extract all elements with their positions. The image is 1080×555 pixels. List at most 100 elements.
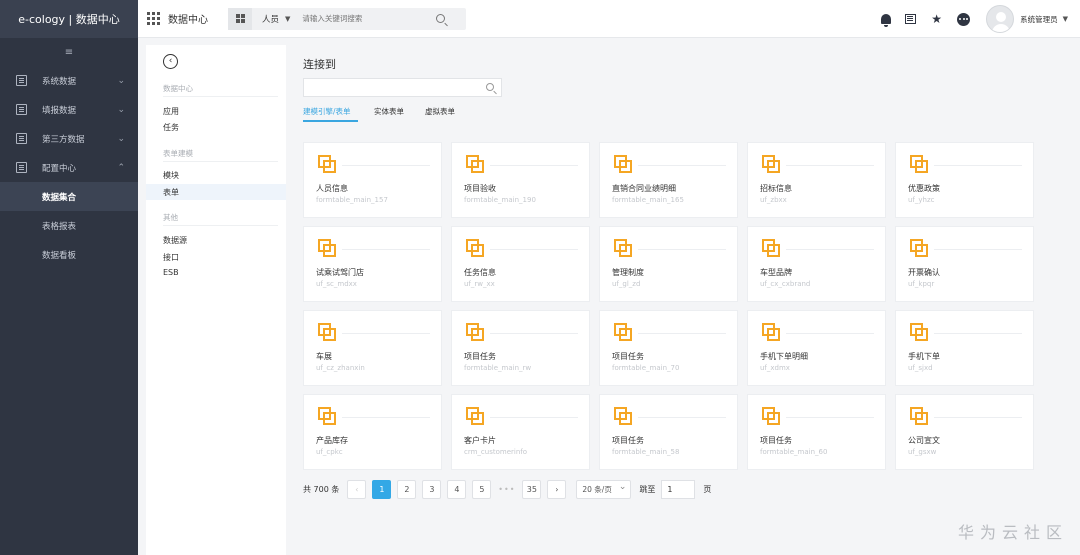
form-icon [762,323,780,341]
form-card[interactable]: 项目任务 formtable_main_70 [599,310,738,386]
form-card[interactable]: 手机下单明细 uf_xdmx [747,310,886,386]
page-button[interactable]: 35 [522,480,542,499]
sidebar-item-config-center[interactable]: 配置中心 ⌃ [0,153,138,182]
jump-page-input[interactable]: 1 [661,480,696,499]
page-button[interactable]: 4 [447,480,467,499]
form-card[interactable]: 人员信息 formtable_main_157 [303,142,442,218]
menu-collapse-icon[interactable]: ≡ [0,38,138,66]
divider [163,225,278,226]
form-card[interactable]: 招标信息 uf_zbxx [747,142,886,218]
page-size-select[interactable]: 20 条/页 [576,479,632,499]
form-card[interactable]: 项目任务 formtable_main_60 [747,394,886,470]
page-button[interactable]: 5 [472,480,492,499]
form-card[interactable]: 项目任务 formtable_main_rw [451,310,590,386]
form-card[interactable]: 管理制度 uf_gl_zd [599,226,738,302]
page-label: 页 [703,485,712,494]
news-icon[interactable] [905,14,917,24]
tab-modeling-form[interactable]: 建模引擎/表单 [303,106,351,117]
form-icon [614,407,632,425]
bell-icon[interactable] [881,14,892,27]
sidebar-item-third-party-data[interactable]: 第三方数据 ⌄ [0,124,138,153]
back-icon[interactable]: ‹ [163,54,178,69]
group-label: 表单建模 [163,149,193,158]
sidebar-subitem-data-collection[interactable]: 数据集合 [0,182,138,211]
page-ellipsis[interactable]: ••• [497,485,516,494]
search-icon[interactable] [436,14,446,23]
form-card-name: 公司宣文 [908,436,940,445]
panel-item-esb[interactable]: ESB [163,268,179,277]
star-icon[interactable]: ★ [930,12,943,26]
form-card-table: uf_yhzc [908,196,935,204]
form-card[interactable]: 任务信息 uf_rw_xx [451,226,590,302]
form-card[interactable]: 开票确认 uf_kpqr [895,226,1034,302]
form-icon [762,239,780,257]
sidebar-item-filled-data[interactable]: 填报数据 ⌄ [0,95,138,124]
search-icon[interactable] [486,83,494,91]
form-icon [318,323,336,341]
list-icon [16,104,27,115]
panel-item-datasource[interactable]: 数据源 [163,235,187,246]
form-card-name: 项目任务 [612,436,644,445]
page-button[interactable]: 1 [372,480,392,499]
form-card-name: 项目任务 [760,436,792,445]
divider [490,249,578,250]
app-grid-icon[interactable] [147,12,160,25]
search-scope-icon[interactable] [228,7,252,30]
page-button[interactable]: 3 [422,480,442,499]
form-card[interactable]: 试乘试驾门店 uf_sc_mdxx [303,226,442,302]
prev-page-button[interactable]: ‹ [347,480,367,499]
panel-item-module[interactable]: 模块 [163,170,179,181]
next-page-button[interactable]: › [547,480,567,499]
form-card-table: uf_cx_cxbrand [760,280,811,288]
form-card[interactable]: 优惠政策 uf_yhzc [895,142,1034,218]
sidebar-item-label: 第三方数据 [42,134,85,145]
avatar[interactable] [986,5,1015,33]
form-search-input[interactable] [304,79,474,96]
brand-logo[interactable]: e-cology | 数据中心 [0,0,138,38]
more-icon[interactable] [957,12,971,26]
form-card-table: formtable_main_60 [760,448,828,456]
form-card-table: uf_rw_xx [464,280,495,288]
main-content: 连接到 建模引擎/表单 实体表单 虚拟表单 人员信息 formtable_main… [286,45,1080,555]
sidebar-subitem-data-dashboard[interactable]: 数据看板 [0,240,138,269]
form-card[interactable]: 项目任务 formtable_main_58 [599,394,738,470]
tab-virtual-form[interactable]: 虚拟表单 [425,106,455,117]
form-card-table: formtable_main_58 [612,448,680,456]
search-input[interactable] [302,14,433,23]
divider [786,165,874,166]
form-card[interactable]: 公司宣文 uf_gsxw [895,394,1034,470]
caret-down-icon[interactable]: ▼ [285,15,290,23]
panel-item-task[interactable]: 任务 [163,122,179,133]
form-icon [614,323,632,341]
panel-item-form[interactable]: 表单 [146,184,286,200]
form-card-name: 项目验收 [464,184,496,193]
page-button[interactable]: 2 [397,480,417,499]
search-scope-select[interactable]: 人员 [262,13,279,25]
sidebar-item-label: 填报数据 [42,105,77,116]
form-card-table: uf_kpqr [908,280,935,288]
form-card[interactable]: 项目验收 formtable_main_190 [451,142,590,218]
sidebar-item-system-data[interactable]: 系统数据 ⌄ [0,66,138,95]
panel-item-api[interactable]: 接口 [163,252,179,263]
panel-item-app[interactable]: 应用 [163,106,179,117]
form-card-table: uf_cz_zhanxin [316,364,365,372]
username[interactable]: 系统管理员 [1020,14,1058,25]
divider [342,165,430,166]
chevron-down-icon: ⌄ [117,104,125,115]
caret-down-icon[interactable]: ▼ [1063,15,1068,23]
group-label: 其他 [163,213,178,222]
form-card[interactable]: 车型品牌 uf_cx_cxbrand [747,226,886,302]
form-card-name: 管理制度 [612,268,644,277]
form-card[interactable]: 车展 uf_cz_zhanxin [303,310,442,386]
form-card[interactable]: 直销合同业绩明细 formtable_main_165 [599,142,738,218]
form-icon [910,155,928,173]
form-card[interactable]: 产品库存 uf_cpkc [303,394,442,470]
form-card[interactable]: 客户卡片 crm_customerinfo [451,394,590,470]
tab-entity-form[interactable]: 实体表单 [374,106,404,117]
form-icon [466,155,484,173]
sidebar-subitem-table-report[interactable]: 表格报表 [0,211,138,240]
form-card[interactable]: 手机下单 uf_sjxd [895,310,1034,386]
form-card-name: 开票确认 [908,268,940,277]
divider [342,417,430,418]
list-icon [16,75,27,86]
